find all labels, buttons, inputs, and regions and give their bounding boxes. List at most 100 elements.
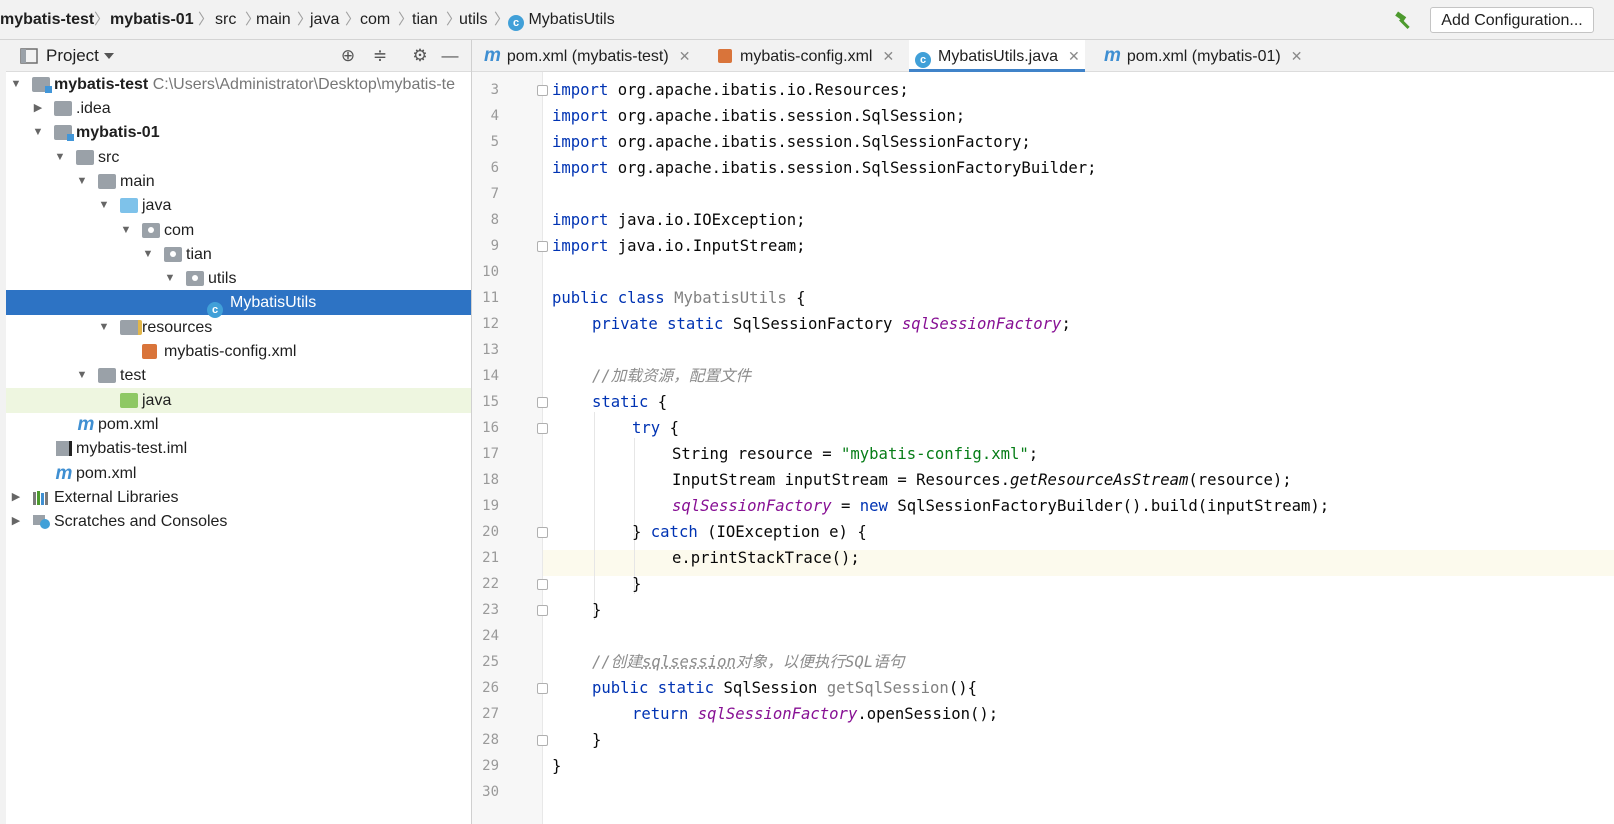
- tree-item-src[interactable]: ▼ src: [6, 145, 471, 170]
- close-icon[interactable]: ✕: [1291, 48, 1303, 64]
- field-name: sqlSessionFactory: [672, 497, 832, 515]
- code-text: SqlSessionFactory: [732, 315, 893, 333]
- fold-marker-icon[interactable]: [537, 527, 548, 538]
- keyword: static: [657, 679, 715, 697]
- breadcrumb-src[interactable]: src: [215, 0, 236, 40]
- comment: //加载资源，配置文件: [592, 367, 752, 385]
- tab-pom-mybatis-01[interactable]: m pom.xml (mybatis-01) ✕: [1104, 40, 1314, 72]
- tree-item-com[interactable]: ▼ com: [6, 218, 471, 243]
- tab-pom-mybatis-test[interactable]: m pom.xml (mybatis-test) ✕: [484, 40, 704, 72]
- tab-mybatisutils[interactable]: c MybatisUtils.java ✕: [909, 40, 1085, 72]
- tree-item-java[interactable]: ▼ java: [6, 193, 471, 218]
- code-text: org.apache.ibatis.io.Resources;: [617, 81, 909, 99]
- breadcrumb-mybatis-test[interactable]: mybatis-test: [0, 0, 94, 40]
- code-line: }: [632, 571, 641, 597]
- close-icon[interactable]: ✕: [679, 48, 691, 64]
- expanded-arrow-icon[interactable]: ▼: [164, 266, 176, 291]
- tree-item-resources[interactable]: ▼ resources: [6, 315, 471, 340]
- project-panel: Project ⊕ ≑ ⚙ — ▼ mybatis-test C:\Users\…: [6, 40, 472, 824]
- keyword: public: [552, 289, 609, 307]
- expanded-arrow-icon[interactable]: ▼: [120, 218, 132, 243]
- project-panel-title[interactable]: Project: [46, 40, 99, 72]
- tree-item-pom-01[interactable]: m pom.xml: [6, 412, 471, 437]
- fold-marker-icon[interactable]: [537, 423, 548, 434]
- line-number: 23: [482, 602, 499, 618]
- tree-item-test[interactable]: ▼ test: [6, 363, 471, 388]
- tree-item-name: mybatis-test: [54, 76, 149, 93]
- tree-item-test-java[interactable]: java: [6, 388, 471, 413]
- code-text: (IOException e) {: [697, 523, 867, 541]
- editor-tab-bar: m pom.xml (mybatis-test) ✕ mybatis-config.…: [472, 40, 1614, 72]
- collapsed-arrow-icon[interactable]: ▶: [32, 96, 44, 121]
- line-number: 24: [482, 628, 499, 644]
- package-icon: [164, 247, 182, 262]
- close-icon[interactable]: ✕: [882, 48, 894, 64]
- hide-panel-icon[interactable]: —: [440, 46, 460, 66]
- expanded-arrow-icon[interactable]: ▼: [142, 242, 154, 267]
- tree-item-scratches[interactable]: ▶ Scratches and Consoles: [6, 509, 471, 534]
- breadcrumb-java[interactable]: java: [310, 0, 339, 40]
- close-icon[interactable]: ✕: [1068, 48, 1080, 64]
- gear-icon[interactable]: ⚙: [410, 46, 430, 66]
- breadcrumb-utils[interactable]: utils: [459, 0, 487, 40]
- expanded-arrow-icon[interactable]: ▼: [76, 363, 88, 388]
- code-line: private static SqlSessionFactory sqlSess…: [592, 311, 1071, 337]
- fold-marker-icon[interactable]: [537, 735, 548, 746]
- tab-mybatis-config[interactable]: mybatis-config.xml ✕: [718, 40, 898, 72]
- breadcrumb-tian[interactable]: tian: [412, 0, 438, 40]
- code-line: }: [592, 727, 601, 753]
- code-text: }: [592, 601, 602, 619]
- code-line: static {: [592, 389, 667, 415]
- collapsed-arrow-icon[interactable]: ▶: [10, 509, 22, 534]
- build-hammer-icon[interactable]: [1394, 10, 1414, 30]
- line-number: 7: [490, 186, 499, 202]
- maven-icon: m: [77, 414, 95, 435]
- fold-marker-icon[interactable]: [537, 397, 548, 408]
- tree-item-idea[interactable]: ▶ .idea: [6, 96, 471, 121]
- tree-item-mybatis-test[interactable]: ▼ mybatis-test C:\Users\Administrator\De…: [6, 72, 471, 97]
- fold-marker-icon[interactable]: [537, 85, 548, 96]
- class-name: MybatisUtils: [674, 289, 787, 307]
- code-text: {: [796, 289, 806, 307]
- collapse-all-icon[interactable]: ≑: [370, 46, 390, 66]
- comment: sqlsession: [641, 653, 736, 671]
- breadcrumb-mybatis-01[interactable]: mybatis-01: [110, 0, 194, 40]
- chevron-down-icon[interactable]: [104, 53, 114, 59]
- module-icon: [32, 77, 52, 93]
- tree-item-mybatisutils[interactable]: c MybatisUtils: [6, 290, 471, 318]
- fold-marker-icon[interactable]: [537, 241, 548, 252]
- add-configuration-button[interactable]: Add Configuration...: [1430, 7, 1594, 33]
- expanded-arrow-icon[interactable]: ▼: [76, 169, 88, 194]
- keyword: import: [552, 237, 609, 255]
- tree-item-label: pom.xml: [98, 416, 159, 433]
- fold-marker-icon[interactable]: [537, 605, 548, 616]
- expanded-arrow-icon[interactable]: ▼: [98, 193, 110, 218]
- test-folder-icon: [120, 393, 138, 408]
- fold-marker-icon[interactable]: [537, 579, 548, 590]
- tree-item-utils[interactable]: ▼ utils: [6, 266, 471, 291]
- tree-item-label: External Libraries: [54, 489, 179, 506]
- tree-item-tian[interactable]: ▼ tian: [6, 242, 471, 267]
- fold-marker-icon[interactable]: [537, 683, 548, 694]
- keyword: import: [552, 211, 609, 229]
- tab-label: MybatisUtils.java: [938, 48, 1059, 65]
- tree-item-pom-test[interactable]: m pom.xml: [6, 461, 471, 486]
- tree-item-iml[interactable]: mybatis-test.iml: [6, 436, 471, 461]
- breadcrumb-label: MybatisUtils: [528, 11, 615, 28]
- breadcrumb-com[interactable]: com: [360, 0, 390, 40]
- locate-icon[interactable]: ⊕: [338, 46, 358, 66]
- breadcrumb-main[interactable]: main: [256, 0, 291, 40]
- resources-folder-icon: [120, 320, 142, 335]
- tree-item-external-libraries[interactable]: ▶ External Libraries: [6, 485, 471, 510]
- code-text: {: [669, 419, 679, 437]
- expanded-arrow-icon[interactable]: ▼: [32, 120, 44, 145]
- collapsed-arrow-icon[interactable]: ▶: [10, 485, 22, 510]
- expanded-arrow-icon[interactable]: ▼: [98, 315, 110, 340]
- expanded-arrow-icon[interactable]: ▼: [10, 72, 22, 97]
- expanded-arrow-icon[interactable]: ▼: [54, 145, 66, 170]
- tree-item-mybatis-config[interactable]: mybatis-config.xml: [6, 339, 471, 364]
- tree-item-mybatis-01[interactable]: ▼ mybatis-01: [6, 120, 471, 145]
- line-number: 20: [482, 524, 499, 540]
- breadcrumb-mybatisutils[interactable]: c MybatisUtils: [508, 0, 615, 40]
- tree-item-main[interactable]: ▼ main: [6, 169, 471, 194]
